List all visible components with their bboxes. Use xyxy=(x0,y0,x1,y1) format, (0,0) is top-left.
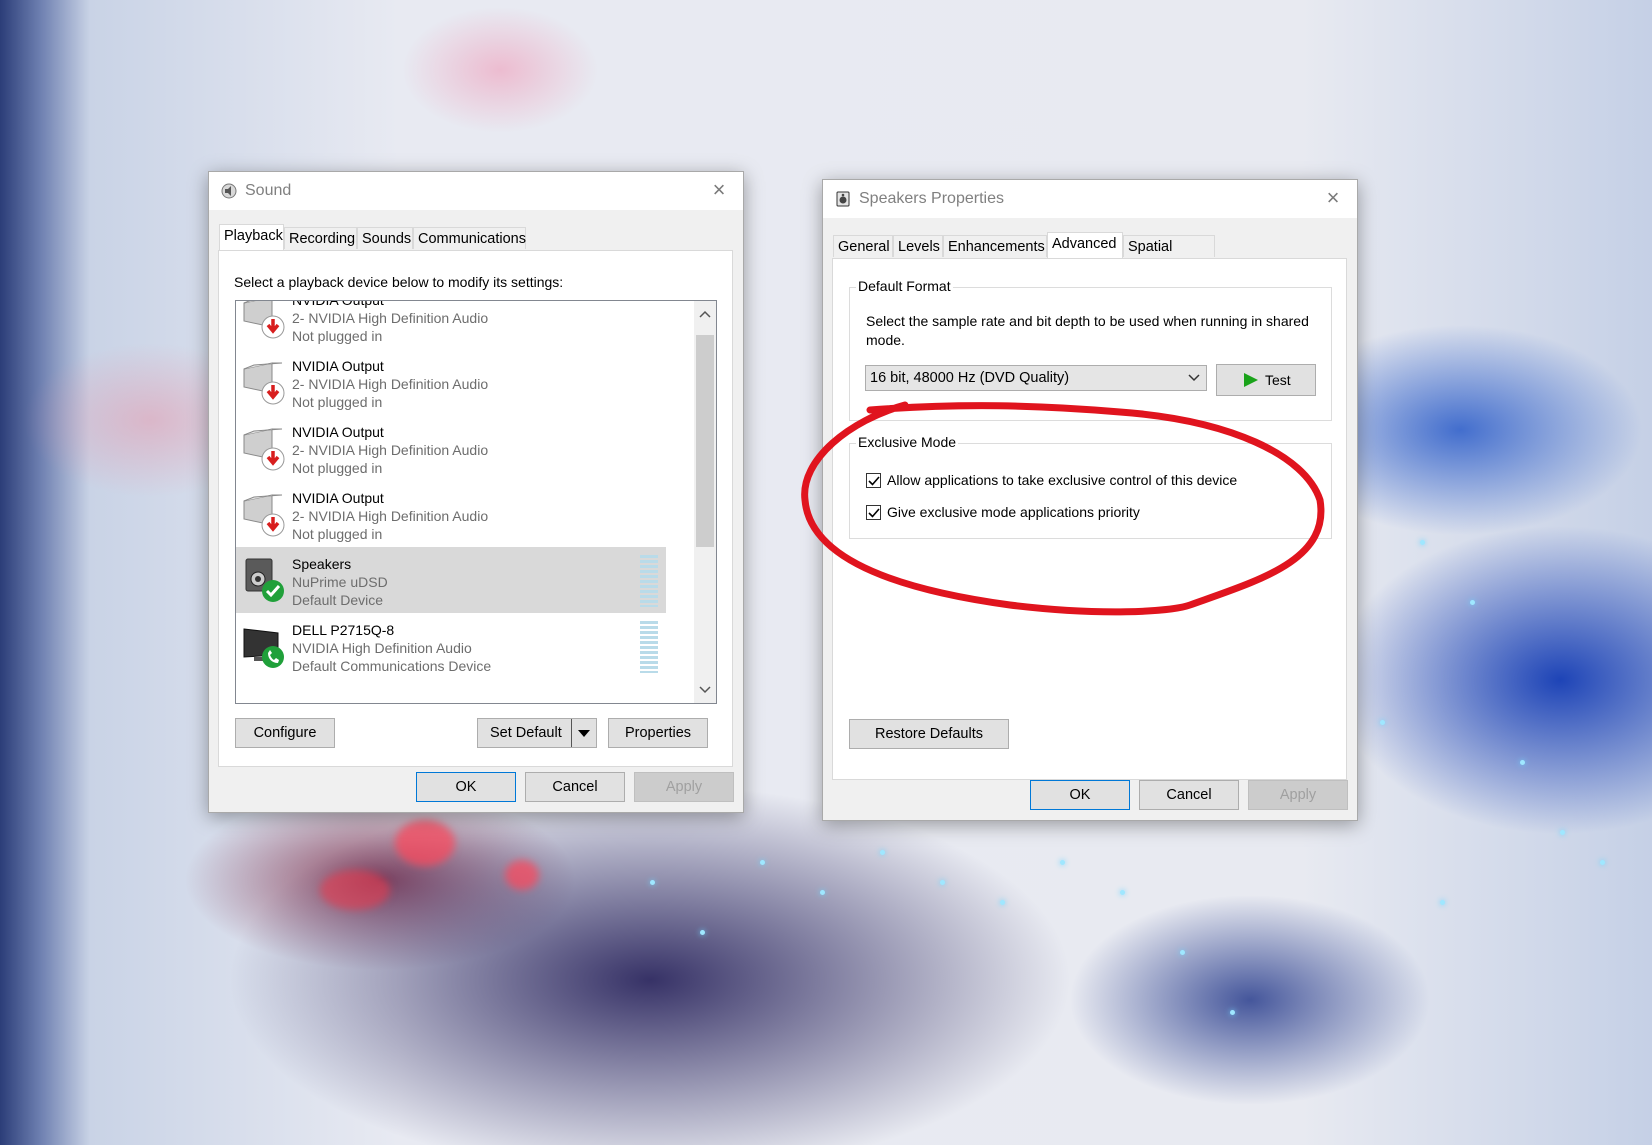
checkmark-icon xyxy=(868,508,880,518)
tab-playback[interactable]: Playback xyxy=(219,224,284,250)
device-list-scrollbar[interactable] xyxy=(694,301,716,703)
sound-cancel-button[interactable]: Cancel xyxy=(525,772,625,802)
speakers-properties-dialog: Speakers Properties × General Levels Enh… xyxy=(822,179,1358,821)
configure-button[interactable]: Configure xyxy=(235,718,335,748)
device-name: NVIDIA Output xyxy=(292,490,384,506)
speaker-unplugged-icon xyxy=(242,487,286,537)
tab-general[interactable]: General xyxy=(833,235,893,257)
default-format-legend: Default Format xyxy=(856,278,953,294)
device-status: Not plugged in xyxy=(292,394,383,410)
device-list-item[interactable]: DELL P2715Q-8 NVIDIA High Definition Audi… xyxy=(236,613,666,679)
properties-window-title: Speakers Properties xyxy=(859,190,1004,207)
play-icon xyxy=(1244,373,1258,387)
device-list-item[interactable]: NVIDIA Output 2- NVIDIA High Definition A… xyxy=(236,349,666,415)
sound-apply-button[interactable]: Apply xyxy=(634,772,734,802)
exclusive-priority-option[interactable]: Give exclusive mode applications priorit… xyxy=(866,504,1306,524)
device-name: NVIDIA Output xyxy=(292,424,384,440)
playback-instruction: Select a playback device below to modify… xyxy=(234,274,564,290)
properties-button[interactable]: Properties xyxy=(608,718,708,748)
device-description: 2- NVIDIA High Definition Audio xyxy=(292,442,489,458)
checkmark-icon xyxy=(868,476,880,486)
default-format-description: Select the sample rate and bit depth to … xyxy=(866,313,1309,348)
chevron-down-icon xyxy=(1188,371,1200,388)
sound-window-title: Sound xyxy=(245,182,292,199)
device-name: DELL P2715Q-8 xyxy=(292,622,395,638)
exclusive-mode-group: Exclusive Mode Allow applications to tak… xyxy=(849,434,1332,539)
properties-titlebar[interactable]: Speakers Properties × xyxy=(823,180,1357,218)
test-label: Test xyxy=(1265,372,1291,388)
tab-advanced[interactable]: Advanced xyxy=(1047,232,1123,258)
advanced-panel: Default Format Select the sample rate an… xyxy=(832,258,1347,780)
scroll-up-icon[interactable] xyxy=(694,303,716,325)
properties-close-icon[interactable]: × xyxy=(1321,186,1345,210)
properties-tabs: General Levels Enhancements Advanced Spa… xyxy=(833,232,1343,277)
volume-meter xyxy=(640,555,658,607)
scrollbar-thumb[interactable] xyxy=(696,335,714,547)
device-status: Not plugged in xyxy=(292,328,383,344)
device-list-item[interactable]: NVIDIA Output 2- NVIDIA High Definition A… xyxy=(236,300,666,349)
properties-apply-button[interactable]: Apply xyxy=(1248,780,1348,810)
tab-levels[interactable]: Levels xyxy=(893,235,943,257)
speaker-app-icon xyxy=(836,191,850,207)
sound-tabs: Playback Recording Sounds Communications xyxy=(219,224,729,251)
set-default-dropdown-icon[interactable] xyxy=(571,719,596,747)
speaker-unplugged-icon xyxy=(242,301,286,339)
device-name: NVIDIA Output xyxy=(292,300,384,308)
exclusive-control-option[interactable]: Allow applications to take exclusive con… xyxy=(866,472,1306,492)
set-default-button[interactable]: Set Default xyxy=(477,718,597,748)
scroll-down-icon[interactable] xyxy=(694,679,716,701)
device-name: NVIDIA Output xyxy=(292,358,384,374)
device-description: 2- NVIDIA High Definition Audio xyxy=(292,310,489,326)
device-list-item[interactable]: NVIDIA Output 2- NVIDIA High Definition A… xyxy=(236,481,666,547)
speaker-unplugged-icon xyxy=(242,421,286,471)
sound-dialog: Sound × Playback Recording Sounds Commun… xyxy=(208,171,744,813)
set-default-label: Set Default xyxy=(490,725,562,741)
device-status: Not plugged in xyxy=(292,526,383,542)
exclusive-priority-checkbox[interactable] xyxy=(866,505,881,520)
tab-enhancements[interactable]: Enhancements xyxy=(943,235,1047,257)
exclusive-mode-legend: Exclusive Mode xyxy=(856,434,959,450)
device-status: Not plugged in xyxy=(292,460,383,476)
properties-ok-button[interactable]: OK xyxy=(1030,780,1130,810)
tab-communications[interactable]: Communications xyxy=(413,227,526,249)
device-name: Speakers xyxy=(292,556,352,572)
device-description: 2- NVIDIA High Definition Audio xyxy=(292,508,489,524)
exclusive-control-checkbox[interactable] xyxy=(866,473,881,488)
speaker-unplugged-icon xyxy=(242,355,286,405)
monitor-communications-icon xyxy=(242,619,286,669)
tab-recording[interactable]: Recording xyxy=(284,227,357,249)
sound-titlebar[interactable]: Sound × xyxy=(209,172,743,210)
properties-cancel-button[interactable]: Cancel xyxy=(1139,780,1239,810)
format-select[interactable]: 16 bit, 48000 Hz (DVD Quality) xyxy=(865,365,1207,391)
exclusive-control-label: Allow applications to take exclusive con… xyxy=(887,472,1238,488)
device-description: NuPrime uDSD xyxy=(292,574,388,590)
exclusive-priority-label: Give exclusive mode applications priorit… xyxy=(887,504,1140,520)
tab-spatial-sound[interactable]: Spatial sound xyxy=(1123,235,1215,277)
device-status: Default Communications Device xyxy=(292,658,492,674)
speaker-default-icon xyxy=(242,553,286,603)
test-button[interactable]: Test xyxy=(1216,364,1316,396)
restore-defaults-button[interactable]: Restore Defaults xyxy=(849,719,1009,749)
sound-close-icon[interactable]: × xyxy=(707,178,731,202)
format-select-value: 16 bit, 48000 Hz (DVD Quality) xyxy=(870,370,1070,386)
device-list-item[interactable]: Speakers NuPrime uDSD Default Device xyxy=(236,547,666,613)
playback-panel: Select a playback device below to modify… xyxy=(218,250,733,767)
sound-app-icon xyxy=(221,183,237,199)
default-format-group: Default Format Select the sample rate an… xyxy=(849,278,1332,421)
device-description: 2- NVIDIA High Definition Audio xyxy=(292,376,489,392)
sound-ok-button[interactable]: OK xyxy=(416,772,516,802)
tab-sounds[interactable]: Sounds xyxy=(357,227,413,249)
device-description: NVIDIA High Definition Audio xyxy=(292,640,472,656)
device-list-item[interactable]: NVIDIA Output 2- NVIDIA High Definition A… xyxy=(236,415,666,481)
volume-meter xyxy=(640,621,658,673)
playback-device-list[interactable]: NVIDIA Output 2- NVIDIA High Definition A… xyxy=(235,300,717,704)
device-status: Default Device xyxy=(292,592,384,608)
